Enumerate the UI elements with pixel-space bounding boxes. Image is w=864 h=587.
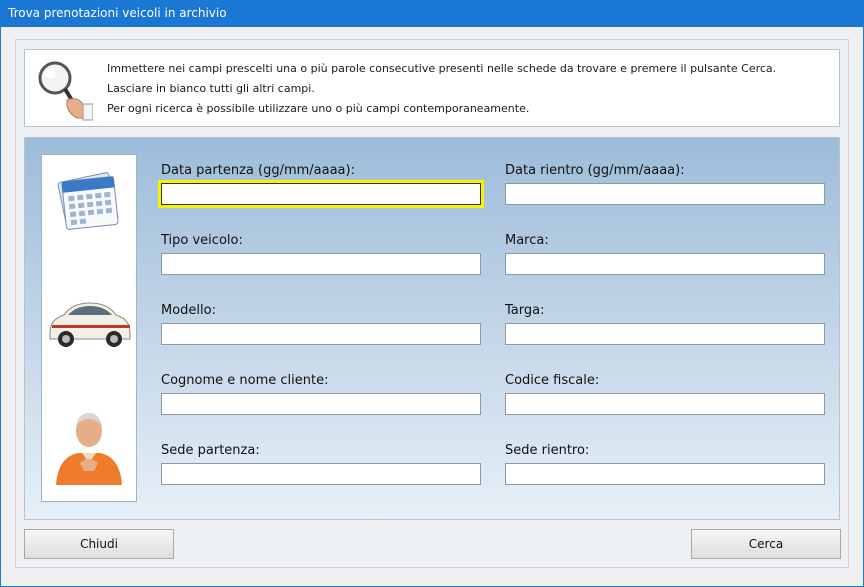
title-bar[interactable]: Trova prenotazioni veicoli in archivio	[0, 0, 864, 27]
data-rientro-field[interactable]	[505, 183, 825, 205]
image-column	[41, 154, 137, 502]
label-data-rientro: Data rientro (gg/mm/aaaa):	[505, 163, 685, 178]
data-partenza-field[interactable]	[161, 183, 481, 205]
info-box: Immettere nei campi prescelti una o più …	[24, 49, 840, 127]
label-data-partenza: Data partenza (gg/mm/aaaa):	[161, 163, 355, 178]
calendar-icon	[57, 172, 119, 230]
label-codice-fiscale: Codice fiscale:	[505, 373, 600, 388]
label-sede-rientro: Sede rientro:	[505, 443, 590, 458]
codice-fiscale-field[interactable]	[505, 393, 825, 415]
label-modello: Modello:	[161, 303, 216, 318]
dialog-body: Immettere nei campi prescelti una o più …	[1, 27, 863, 586]
info-line-1: Immettere nei campi prescelti una o più …	[107, 62, 777, 75]
info-line-2: Lasciare in bianco tutti gli altri campi…	[107, 82, 315, 95]
targa-field[interactable]	[505, 323, 825, 345]
window-title: Trova prenotazioni veicoli in archivio	[8, 6, 227, 20]
search-panel: Data partenza (gg/mm/aaaa): Data rientro…	[24, 137, 840, 520]
label-marca: Marca:	[505, 233, 549, 248]
modello-field[interactable]	[161, 323, 481, 345]
cliente-field[interactable]	[161, 393, 481, 415]
car-icon	[49, 302, 131, 347]
customer-icon	[56, 413, 122, 485]
tipo-veicolo-field[interactable]	[161, 253, 481, 275]
marca-field[interactable]	[505, 253, 825, 275]
label-cliente: Cognome e nome cliente:	[161, 373, 329, 388]
sede-partenza-field[interactable]	[161, 463, 481, 485]
label-sede-partenza: Sede partenza:	[161, 443, 260, 458]
info-line-3: Per ogni ricerca è possibile utilizzare …	[107, 102, 530, 115]
magnifier-icon	[38, 61, 93, 121]
close-button[interactable]: Chiudi	[24, 529, 174, 559]
main-frame: Immettere nei campi prescelti una o più …	[15, 39, 849, 568]
sede-rientro-field[interactable]	[505, 463, 825, 485]
label-targa: Targa:	[505, 303, 545, 318]
label-tipo-veicolo: Tipo veicolo:	[161, 233, 243, 248]
search-button[interactable]: Cerca	[691, 529, 841, 559]
